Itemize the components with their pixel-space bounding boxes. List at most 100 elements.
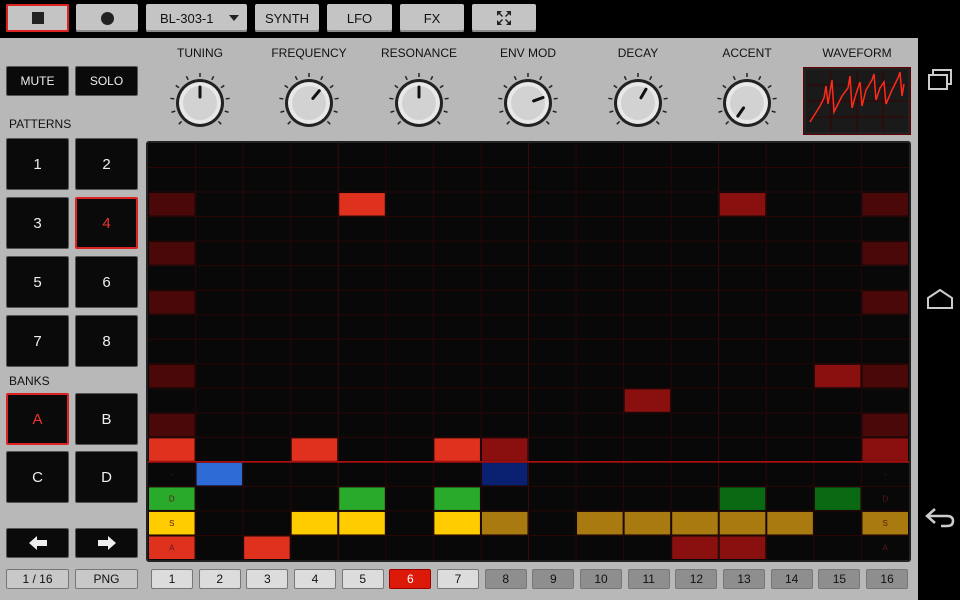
sequencer-canvas[interactable]: - - D D S S A A <box>148 143 909 560</box>
pattern-button-4[interactable]: 4 <box>75 197 138 249</box>
pattern-button-2[interactable]: 2 <box>75 138 138 190</box>
knob-decay[interactable] <box>607 72 669 134</box>
pattern-button-7[interactable]: 7 <box>6 315 69 367</box>
sequencer-cell[interactable] <box>481 511 528 535</box>
knob-label-decay: DECAY <box>617 46 659 60</box>
pattern-button-5[interactable]: 5 <box>6 256 69 308</box>
step-indicator-5[interactable]: 5 <box>341 569 384 589</box>
stop-button[interactable] <box>6 4 69 32</box>
knob-frequency[interactable] <box>278 72 340 134</box>
step-indicator-6[interactable]: 6 <box>389 569 432 589</box>
sequencer-cell[interactable] <box>862 291 908 314</box>
solo-button[interactable]: SOLO <box>75 66 138 96</box>
sequencer-cell[interactable] <box>291 511 338 535</box>
next-button[interactable] <box>75 528 138 558</box>
record-button[interactable] <box>76 4 138 32</box>
sequencer-cell[interactable] <box>814 364 861 388</box>
synth-button[interactable]: SYNTH <box>255 4 319 32</box>
sequencer-cell[interactable] <box>149 438 195 461</box>
sequencer-cell[interactable] <box>624 511 671 535</box>
step-indicator-12[interactable]: 12 <box>675 569 718 589</box>
sequencer-cell[interactable] <box>719 487 766 510</box>
knob-env-mod[interactable] <box>497 72 559 134</box>
step-indicator-14[interactable]: 14 <box>770 569 813 589</box>
step-indicator-3[interactable]: 3 <box>246 569 289 589</box>
recent-apps-icon[interactable] <box>927 68 953 92</box>
sequencer-cell[interactable] <box>814 487 861 510</box>
sequencer-cell[interactable] <box>291 438 338 461</box>
sequencer-cell[interactable] <box>719 536 766 559</box>
pattern-button-6[interactable]: 6 <box>75 256 138 308</box>
stop-icon <box>31 12 44 24</box>
sequencer-cell[interactable] <box>719 511 766 535</box>
preset-label: BL-303-1 <box>160 10 214 26</box>
home-icon[interactable] <box>926 288 954 310</box>
sequencer-cell[interactable] <box>862 438 908 461</box>
step-indicator-4[interactable]: 4 <box>294 569 336 589</box>
sequencer-cell[interactable] <box>339 511 385 535</box>
sequencer-cell[interactable] <box>862 242 908 265</box>
waveform-display[interactable] <box>803 67 911 135</box>
step-indicator-11[interactable]: 11 <box>627 569 670 589</box>
knob-label-env-mod: ENV MOD <box>499 46 556 60</box>
step-indicator-8[interactable]: 8 <box>484 569 527 589</box>
banks-label: BANKS <box>9 374 50 388</box>
bank-button-c[interactable]: C <box>6 451 69 503</box>
bank-button-b[interactable]: B <box>75 393 138 445</box>
sequencer-cell[interactable] <box>339 487 385 510</box>
lfo-button[interactable]: LFO <box>327 4 392 32</box>
sequencer-cell[interactable] <box>862 364 908 388</box>
sequencer-cell[interactable] <box>149 413 195 437</box>
top-toolbar: BL-303-1 SYNTH LFO FX <box>0 0 918 38</box>
back-icon[interactable] <box>925 506 955 528</box>
step-indicator-15[interactable]: 15 <box>818 569 861 589</box>
step-indicator-16[interactable]: 16 <box>866 569 909 589</box>
fullscreen-icon <box>497 11 511 25</box>
sequencer-cell[interactable] <box>481 462 528 486</box>
sequencer-grid[interactable]: - - D D S S A A <box>146 141 911 562</box>
sequencer-cell[interactable] <box>149 193 195 216</box>
preset-dropdown[interactable]: BL-303-1 <box>146 4 247 32</box>
pattern-button-3[interactable]: 3 <box>6 197 69 249</box>
waveform-label: WAVEFORM <box>822 46 892 60</box>
sequencer-cell[interactable] <box>719 193 766 216</box>
step-indicator-10[interactable]: 10 <box>580 569 622 589</box>
param-row-label: - <box>170 470 173 479</box>
sequencer-cell[interactable] <box>481 438 528 461</box>
knob-resonance[interactable] <box>388 72 450 134</box>
png-button[interactable]: PNG <box>75 569 138 589</box>
step-indicator-2[interactable]: 2 <box>198 569 241 589</box>
sequencer-cell[interactable] <box>767 511 813 535</box>
prev-button[interactable] <box>6 528 69 558</box>
pattern-button-1[interactable]: 1 <box>6 138 69 190</box>
step-indicator-7[interactable]: 7 <box>437 569 479 589</box>
sequencer-cell[interactable] <box>339 193 385 216</box>
sequencer-cell[interactable] <box>434 511 480 535</box>
sequencer-cell[interactable] <box>434 487 480 510</box>
mute-button[interactable]: MUTE <box>6 66 69 96</box>
knob-tuning[interactable] <box>169 72 231 134</box>
bank-button-a[interactable]: A <box>6 393 69 445</box>
sequencer-cell[interactable] <box>196 462 243 486</box>
sequencer-cell[interactable] <box>624 389 671 412</box>
sequencer-cell[interactable] <box>672 536 718 559</box>
pattern-button-8[interactable]: 8 <box>75 315 138 367</box>
sequencer-cell[interactable] <box>149 364 195 388</box>
sequencer-cell[interactable] <box>434 438 480 461</box>
fx-button[interactable]: FX <box>400 4 464 32</box>
sequencer-cell[interactable] <box>149 242 195 265</box>
sequencer-cell[interactable] <box>577 511 623 535</box>
bank-button-d[interactable]: D <box>75 451 138 503</box>
sequencer-cell[interactable] <box>862 193 908 216</box>
sequencer-cell[interactable] <box>862 413 908 437</box>
param-row-label: S <box>883 519 888 528</box>
sequencer-cell[interactable] <box>244 536 290 559</box>
step-indicator-9[interactable]: 9 <box>532 569 575 589</box>
step-indicator-13[interactable]: 13 <box>723 569 765 589</box>
sequencer-cell[interactable] <box>149 291 195 314</box>
sequencer-cell[interactable] <box>672 511 718 535</box>
knob-accent[interactable] <box>716 72 778 134</box>
fullscreen-button[interactable] <box>472 4 536 32</box>
step-indicator-1[interactable]: 1 <box>151 569 193 589</box>
sawtooth-wave-icon <box>806 70 908 132</box>
